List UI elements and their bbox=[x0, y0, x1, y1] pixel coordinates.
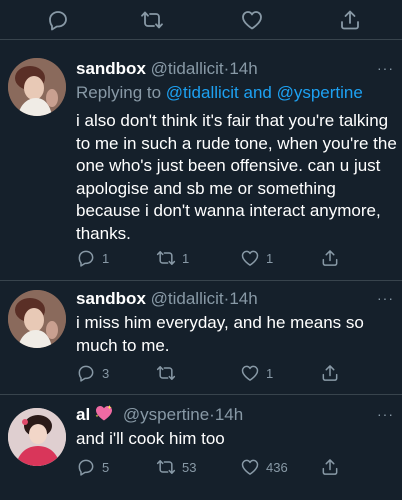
reply-button[interactable]: 1 bbox=[76, 247, 109, 269]
retweet-icon bbox=[156, 363, 176, 383]
user-handle[interactable]: @tidallicit bbox=[151, 289, 224, 308]
share-button[interactable] bbox=[320, 456, 340, 478]
reply-icon bbox=[76, 363, 96, 383]
display-name[interactable]: al bbox=[76, 405, 90, 424]
share-icon bbox=[320, 248, 340, 268]
tweet-header: sandbox @tidallicit·14h bbox=[76, 288, 258, 310]
tweet[interactable]: sandbox @tidallicit·14h ··· i miss him e… bbox=[0, 282, 402, 395]
tweet-actions: 5 53 436 bbox=[76, 456, 396, 478]
like-icon bbox=[240, 457, 260, 477]
more-options-icon[interactable]: ··· bbox=[377, 406, 394, 422]
tweet[interactable]: al @yspertine·14h ··· and i'll cook him … bbox=[0, 396, 402, 500]
avatar[interactable] bbox=[8, 290, 66, 348]
timestamp[interactable]: 14h bbox=[229, 59, 257, 78]
tweet-header: sandbox @tidallicit·14h bbox=[76, 58, 258, 80]
timestamp[interactable]: 14h bbox=[215, 405, 243, 424]
reply-icon bbox=[76, 248, 96, 268]
reply-count: 1 bbox=[102, 250, 110, 266]
top-action-bar bbox=[0, 0, 402, 40]
like-button[interactable]: 436 bbox=[240, 456, 288, 478]
reply-icon[interactable] bbox=[46, 8, 72, 34]
share-button[interactable] bbox=[320, 362, 340, 384]
reply-count: 5 bbox=[102, 459, 110, 475]
retweet-count: 1 bbox=[182, 250, 190, 266]
more-options-icon[interactable]: ··· bbox=[377, 290, 394, 306]
user-handle[interactable]: @tidallicit bbox=[151, 59, 224, 78]
retweet-icon bbox=[156, 457, 176, 477]
retweet-icon[interactable] bbox=[140, 8, 166, 34]
display-name[interactable]: sandbox bbox=[76, 289, 146, 308]
tweet-text: i also don't think it's fair that you're… bbox=[76, 111, 397, 243]
tweet-text: and i'll cook him too bbox=[76, 429, 225, 448]
avatar[interactable] bbox=[8, 58, 66, 116]
more-options-icon[interactable]: ··· bbox=[377, 60, 394, 76]
replying-to-mentions[interactable]: @tidallicit and @yspertine bbox=[166, 83, 363, 102]
retweet-count: 53 bbox=[182, 459, 197, 475]
avatar[interactable] bbox=[8, 408, 66, 466]
like-icon bbox=[240, 363, 260, 383]
like-button[interactable]: 1 bbox=[240, 362, 273, 384]
tweet[interactable]: sandbox @tidallicit·14h ··· Replying to … bbox=[0, 40, 402, 281]
reply-button[interactable]: 3 bbox=[76, 362, 109, 384]
like-count: 1 bbox=[266, 365, 274, 381]
timestamp[interactable]: 14h bbox=[229, 289, 257, 308]
reply-button[interactable]: 5 bbox=[76, 456, 109, 478]
share-icon bbox=[320, 363, 340, 383]
user-handle[interactable]: @yspertine bbox=[123, 405, 209, 424]
share-icon bbox=[320, 457, 340, 477]
display-name[interactable]: sandbox bbox=[76, 59, 146, 78]
replying-to-label: Replying to bbox=[76, 83, 166, 102]
retweet-button[interactable]: 1 bbox=[156, 247, 189, 269]
like-icon[interactable] bbox=[240, 8, 266, 34]
tweet-header: al @yspertine·14h bbox=[76, 404, 243, 428]
like-count: 436 bbox=[266, 459, 288, 475]
sparkling-heart-emoji bbox=[94, 404, 114, 428]
retweet-icon bbox=[156, 248, 176, 268]
tweet-actions: 3 1 bbox=[76, 362, 396, 384]
like-count: 1 bbox=[266, 250, 274, 266]
reply-count: 3 bbox=[102, 365, 110, 381]
share-button[interactable] bbox=[320, 247, 340, 269]
like-icon bbox=[240, 248, 260, 268]
share-icon[interactable] bbox=[338, 8, 364, 34]
replying-to: Replying to @tidallicit and @yspertine bbox=[76, 82, 363, 104]
like-button[interactable]: 1 bbox=[240, 247, 273, 269]
reply-icon bbox=[76, 457, 96, 477]
tweet-actions: 1 1 1 bbox=[76, 247, 396, 269]
tweet-text: i miss him everyday, and he means so muc… bbox=[76, 313, 364, 355]
retweet-button[interactable]: 53 bbox=[156, 456, 196, 478]
retweet-button[interactable] bbox=[156, 362, 182, 384]
